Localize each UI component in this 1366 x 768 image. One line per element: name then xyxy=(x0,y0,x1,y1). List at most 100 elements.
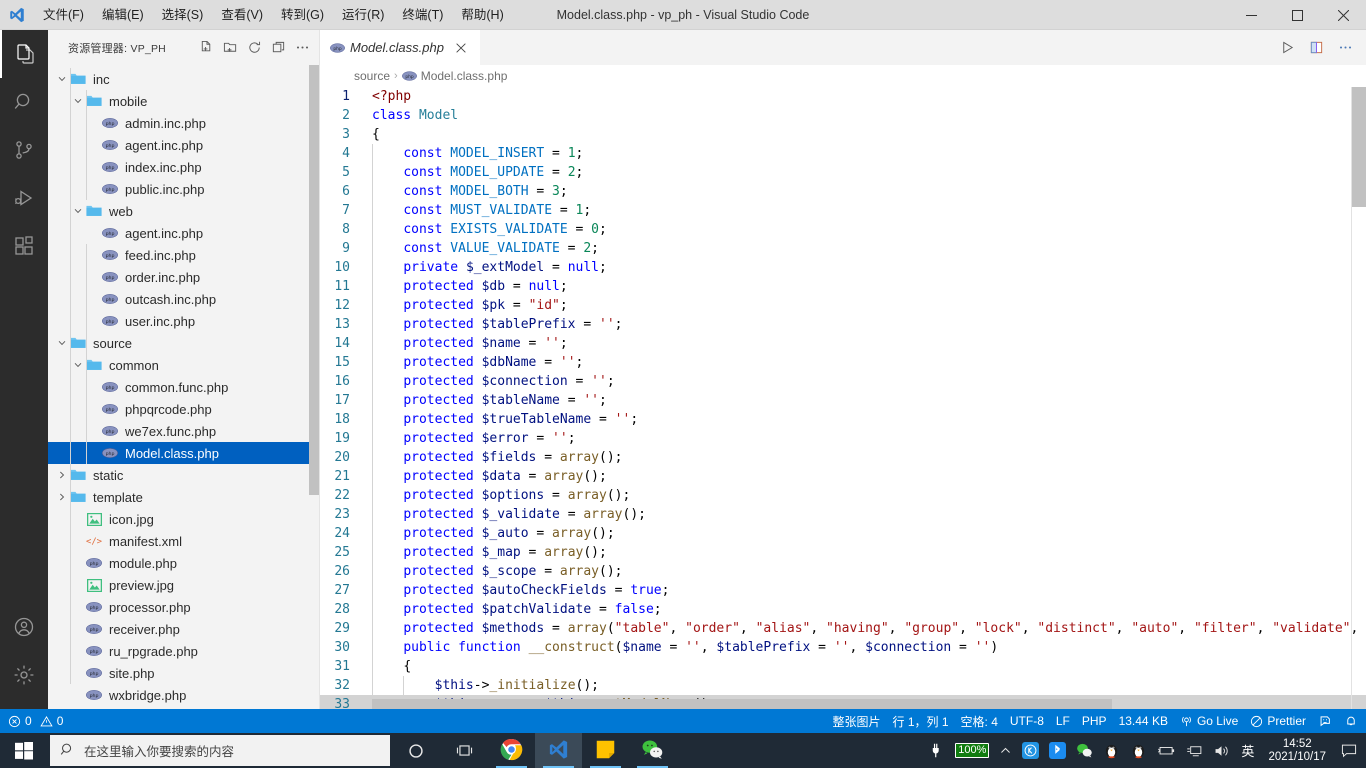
menu-go[interactable]: 转到(G) xyxy=(272,2,333,28)
file-tree[interactable]: inc mobile php admin.inc.php php agent.inc.ph… xyxy=(48,65,319,709)
chevron-down-icon[interactable] xyxy=(72,90,84,112)
editor-horizontal-scrollbar-thumb[interactable] xyxy=(372,699,1112,709)
menu-run[interactable]: 运行(R) xyxy=(333,2,393,28)
tree-item-outcash-inc-php[interactable]: php outcash.inc.php xyxy=(48,288,319,310)
action-center-icon[interactable] xyxy=(1334,733,1364,768)
code-editor[interactable]: 1 <?php 2 class Model 3{4 const MODEL_INSERT… xyxy=(320,87,1366,709)
code-line[interactable]: 3{ xyxy=(320,125,1366,144)
activitybar-settings[interactable] xyxy=(0,651,48,699)
tray-wechat-icon[interactable] xyxy=(1071,733,1098,768)
status-whole-image[interactable]: 整张图片 xyxy=(826,709,886,733)
status-go-live[interactable]: Go Live xyxy=(1174,709,1244,733)
collapse-folders-button[interactable] xyxy=(267,37,289,59)
code-line[interactable]: 10 private $_extModel = null; xyxy=(320,258,1366,277)
code-line[interactable]: 11 protected $db = null; xyxy=(320,277,1366,296)
editor-horizontal-scrollbar[interactable] xyxy=(372,699,1352,709)
tray-qq-icon-2[interactable] xyxy=(1125,733,1152,768)
tree-item-feed-inc-php[interactable]: php feed.inc.php xyxy=(48,244,319,266)
status-problems[interactable]: 0 0 xyxy=(2,709,69,733)
code-line[interactable]: 17 protected $tableName = ''; xyxy=(320,391,1366,410)
status-encoding[interactable]: UTF-8 xyxy=(1004,709,1050,733)
tree-item-source[interactable]: source xyxy=(48,332,319,354)
code-line[interactable]: 7 const MUST_VALIDATE = 1; xyxy=(320,201,1366,220)
code-line[interactable]: 20 protected $fields = array(); xyxy=(320,448,1366,467)
taskbar-search-input[interactable]: 在这里输入你要搜索的内容 xyxy=(50,735,390,766)
tree-item-user-inc-php[interactable]: php user.inc.php xyxy=(48,310,319,332)
activitybar-search[interactable] xyxy=(0,78,48,126)
tray-power-plug-icon[interactable] xyxy=(923,733,950,768)
status-file-size[interactable]: 13.44 KB xyxy=(1113,709,1174,733)
code-line[interactable]: 12 protected $pk = "id"; xyxy=(320,296,1366,315)
taskview-cortana-button[interactable] xyxy=(392,733,440,768)
activitybar-extensions[interactable] xyxy=(0,222,48,270)
chevron-down-icon[interactable] xyxy=(72,200,84,222)
tree-item-wxbridge-php[interactable]: php wxbridge.php xyxy=(48,684,319,706)
menu-terminal[interactable]: 终端(T) xyxy=(393,2,452,28)
tree-item-we7ex-func-php[interactable]: php we7ex.func.php xyxy=(48,420,319,442)
tree-item-common[interactable]: common xyxy=(48,354,319,376)
tray-bluetooth-icon[interactable] xyxy=(1044,733,1071,768)
new-file-button[interactable] xyxy=(195,37,217,59)
breadcrumb-item-file[interactable]: php Model.class.php xyxy=(401,69,507,83)
activitybar-accounts[interactable] xyxy=(0,603,48,651)
tree-item-module-php[interactable]: php module.php xyxy=(48,552,319,574)
tree-item-manifest-xml[interactable]: </> manifest.xml xyxy=(48,530,319,552)
minimize-button[interactable] xyxy=(1228,0,1274,30)
tab-close-icon[interactable] xyxy=(452,39,470,57)
code-line[interactable]: 5 const MODEL_UPDATE = 2; xyxy=(320,163,1366,182)
code-line[interactable]: 22 protected $options = array(); xyxy=(320,486,1366,505)
run-file-button[interactable] xyxy=(1274,35,1300,61)
status-cursor-position[interactable]: 行 1，列 1 xyxy=(887,709,955,733)
code-line[interactable]: 25 protected $_map = array(); xyxy=(320,543,1366,562)
tray-battery-percent[interactable]: 100% xyxy=(950,733,994,768)
tree-item-receiver-php[interactable]: php receiver.php xyxy=(48,618,319,640)
code-line[interactable]: 27 protected $autoCheckFields = true; xyxy=(320,581,1366,600)
taskbar-app-vscode[interactable] xyxy=(535,733,582,768)
code-line[interactable]: 8 const EXISTS_VALIDATE = 0; xyxy=(320,220,1366,239)
chevron-down-icon[interactable] xyxy=(72,354,84,376)
status-eol[interactable]: LF xyxy=(1050,709,1076,733)
tree-item-ru-rpgrade-php[interactable]: php ru_rpgrade.php xyxy=(48,640,319,662)
taskbar-clock[interactable]: 14:52 2021/10/17 xyxy=(1260,738,1334,764)
tree-item-phpqrcode-php[interactable]: php phpqrcode.php xyxy=(48,398,319,420)
chevron-down-icon[interactable] xyxy=(56,332,68,354)
tree-item-mobile[interactable]: mobile xyxy=(48,90,319,112)
taskbar-app-notes[interactable] xyxy=(582,733,629,768)
tray-battery-icon[interactable] xyxy=(1152,733,1181,768)
code-line[interactable]: 29 protected $methods = array("table", "… xyxy=(320,619,1366,638)
tray-kingsoft-icon[interactable] xyxy=(1017,733,1044,768)
tree-item-preview-jpg[interactable]: preview.jpg xyxy=(48,574,319,596)
code-line[interactable]: 19 protected $error = ''; xyxy=(320,429,1366,448)
tray-volume-icon[interactable] xyxy=(1208,733,1235,768)
activitybar-source-control[interactable] xyxy=(0,126,48,174)
menu-help[interactable]: 帮助(H) xyxy=(452,2,512,28)
tree-item-admin-inc-php[interactable]: php admin.inc.php xyxy=(48,112,319,134)
code-line[interactable]: 13 protected $tablePrefix = ''; xyxy=(320,315,1366,334)
chevron-right-icon[interactable] xyxy=(56,486,68,508)
code-line[interactable]: 18 protected $trueTableName = ''; xyxy=(320,410,1366,429)
tree-item-inc[interactable]: inc xyxy=(48,68,319,90)
menu-file[interactable]: 文件(F) xyxy=(34,2,93,28)
tray-qq-icon[interactable] xyxy=(1098,733,1125,768)
maximize-button[interactable] xyxy=(1274,0,1320,30)
code-line[interactable]: 1 <?php xyxy=(320,87,1366,106)
code-line[interactable]: 15 protected $dbName = ''; xyxy=(320,353,1366,372)
tree-item-static[interactable]: static xyxy=(48,464,319,486)
breadcrumb-item-folder[interactable]: source xyxy=(354,69,390,83)
tray-show-hidden-icons[interactable] xyxy=(994,733,1017,768)
editor-more-actions-button[interactable] xyxy=(1332,35,1358,61)
tree-item-template[interactable]: template xyxy=(48,486,319,508)
explorer-more-actions-button[interactable] xyxy=(291,37,313,59)
activitybar-run-debug[interactable] xyxy=(0,174,48,222)
status-prettier[interactable]: Prettier xyxy=(1244,709,1312,733)
tree-item-index-inc-php[interactable]: php index.inc.php xyxy=(48,156,319,178)
close-button[interactable] xyxy=(1320,0,1366,30)
tree-item-web[interactable]: web xyxy=(48,200,319,222)
tree-item-site-php[interactable]: php site.php xyxy=(48,662,319,684)
refresh-explorer-button[interactable] xyxy=(243,37,265,59)
tree-item-order-inc-php[interactable]: php order.inc.php xyxy=(48,266,319,288)
tray-ime-indicator[interactable]: 英 xyxy=(1235,741,1260,760)
code-lines[interactable]: 1 <?php 2 class Model 3{4 const MODEL_INSERT… xyxy=(320,87,1366,709)
status-indentation[interactable]: 空格: 4 xyxy=(955,709,1004,733)
code-line[interactable]: 23 protected $_validate = array(); xyxy=(320,505,1366,524)
